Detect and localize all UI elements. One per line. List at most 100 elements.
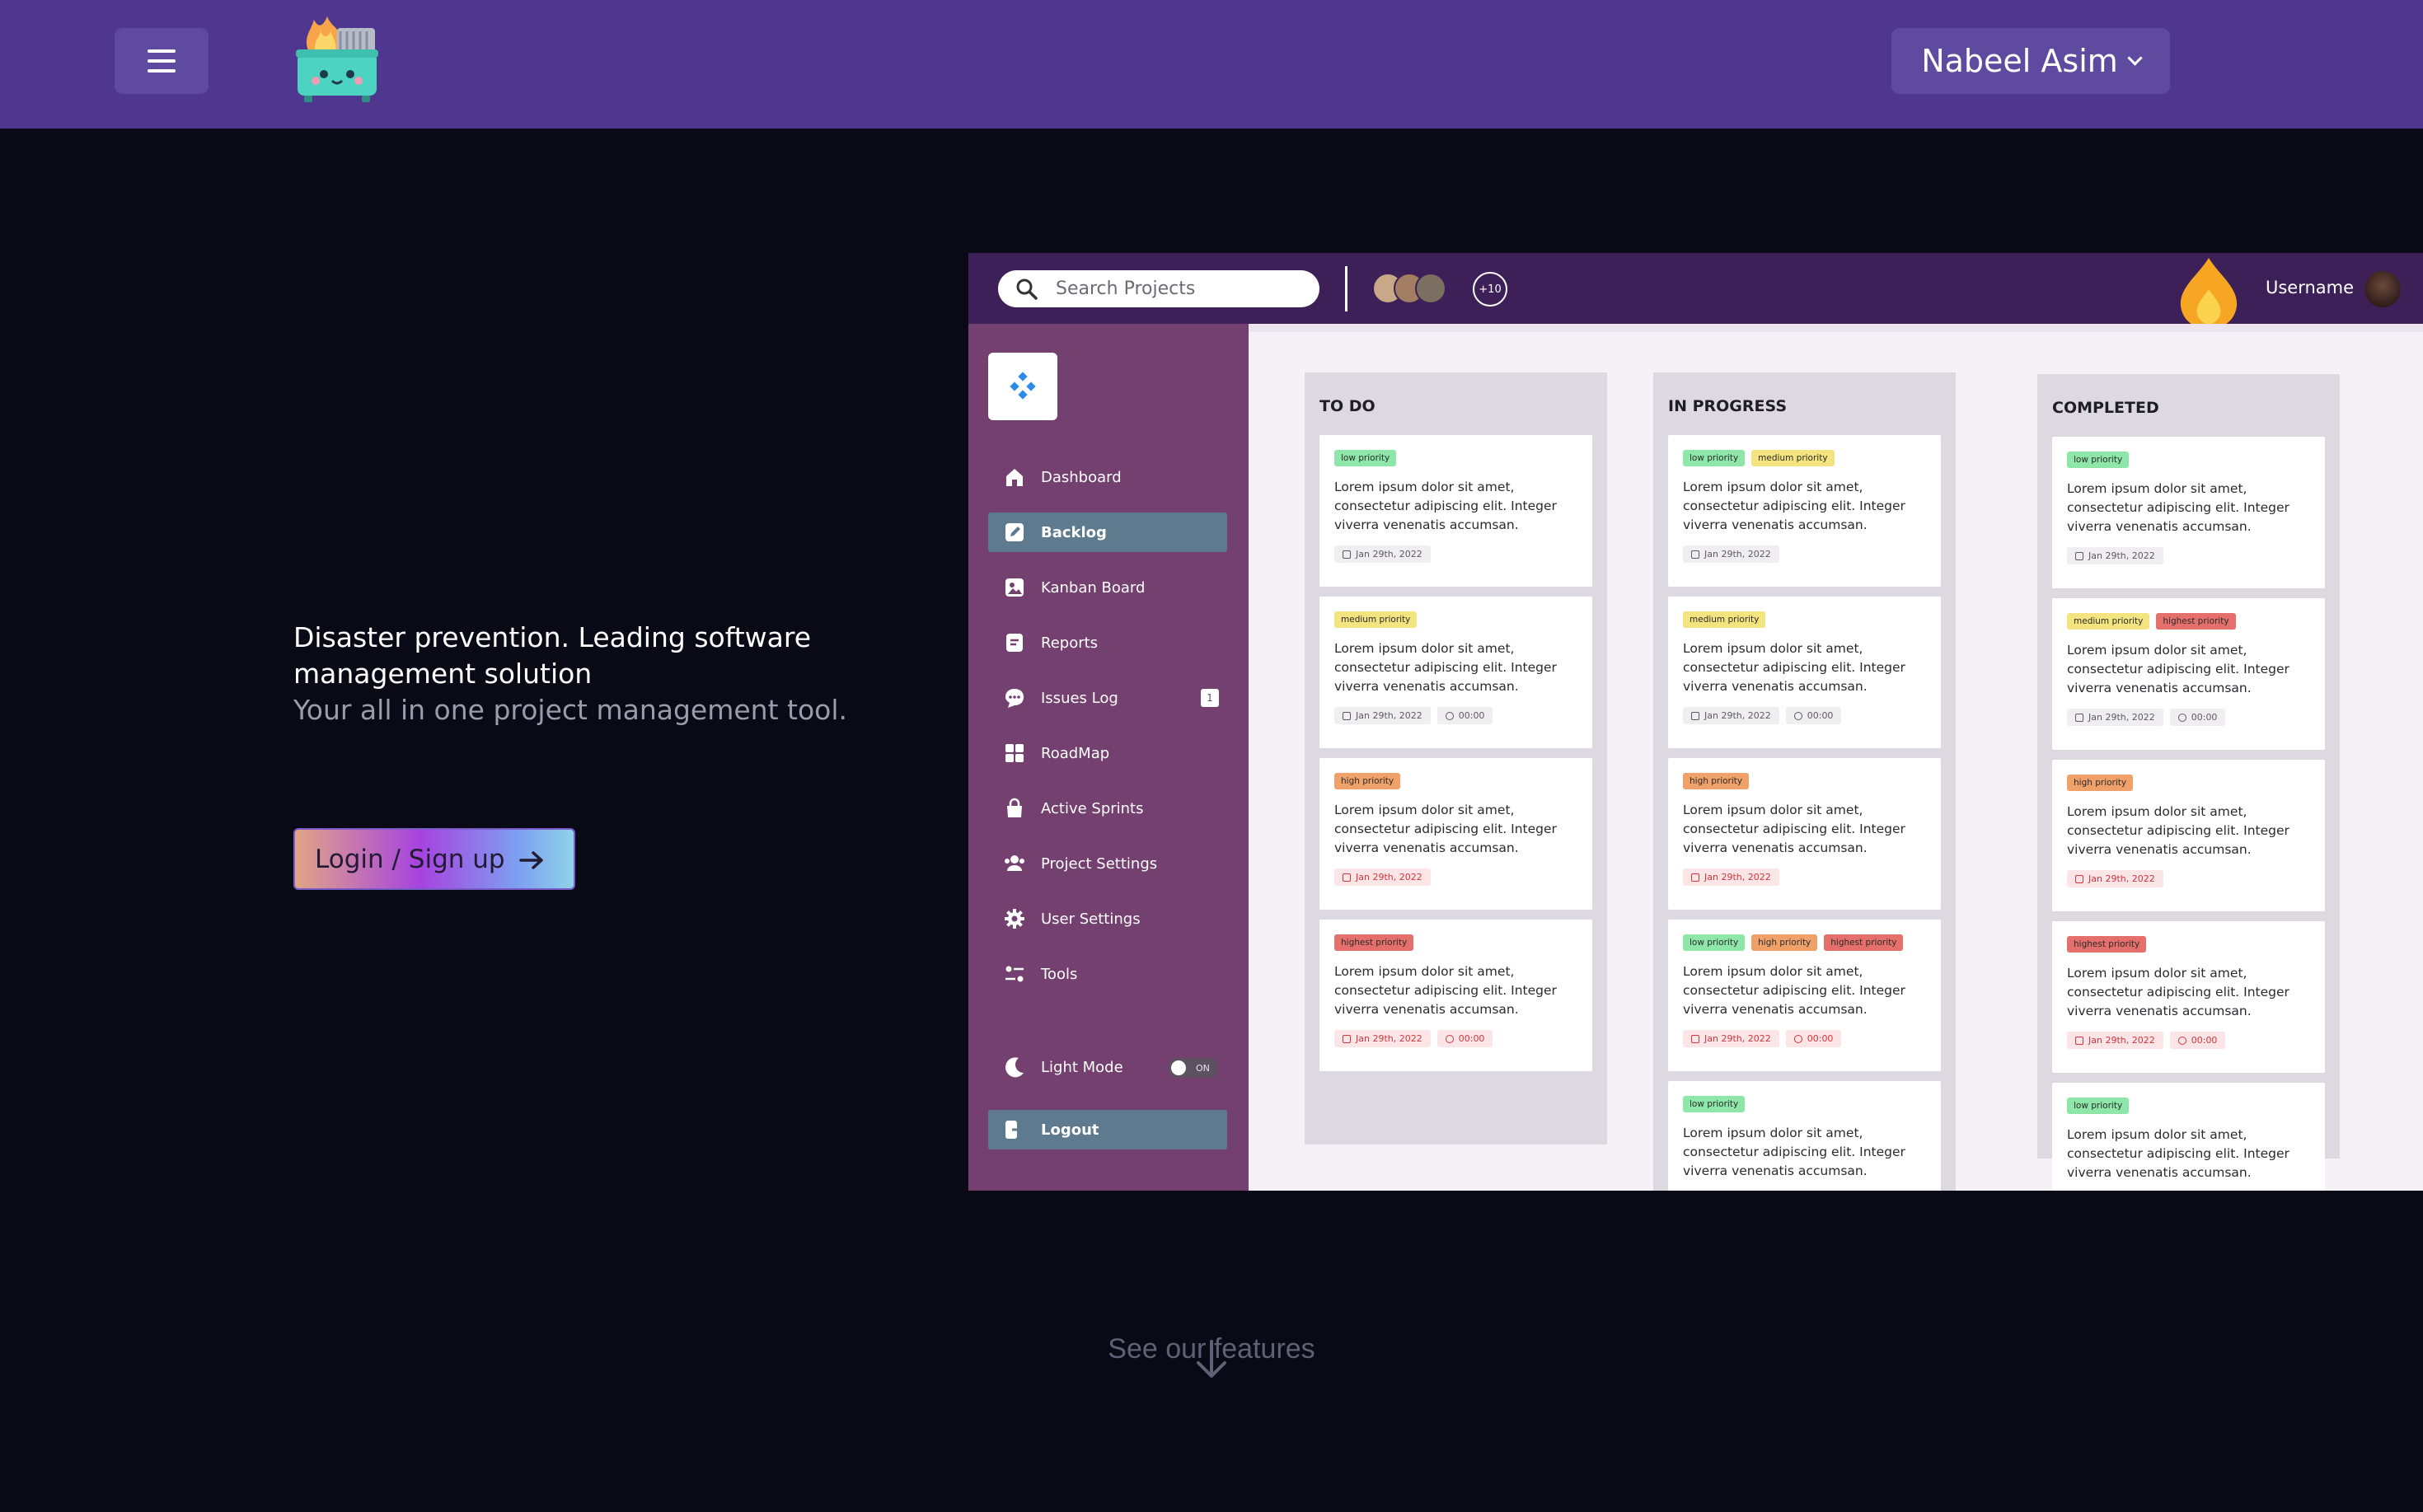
priority-tag: high priority	[1683, 773, 1750, 789]
task-card: high priority Lorem ipsum dolor sit amet,…	[2052, 760, 2325, 911]
due-date-pill: Jan 29th, 2022	[1334, 868, 1431, 886]
priority-tag: highest priority	[1334, 934, 1414, 951]
task-description: Lorem ipsum dolor sit amet, consectetur …	[1683, 803, 1905, 855]
due-time: 00:00	[1807, 710, 1834, 721]
issues-count-badge: 1	[1201, 689, 1219, 707]
due-time: 00:00	[2191, 1035, 2218, 1046]
sidebar-item-label: Dashboard	[1041, 468, 1122, 486]
kanban-column-to-do: TO DO low priority Lorem ipsum dolor sit a…	[1305, 372, 1607, 1145]
chat-bubble-icon	[1003, 686, 1026, 709]
priority-tag: highest priority	[2067, 936, 2147, 953]
task-description: Lorem ipsum dolor sit amet, consectetur …	[1334, 641, 1557, 694]
gear-icon	[1003, 907, 1026, 930]
sidebar-item-label: User Settings	[1041, 910, 1141, 928]
home-icon	[1003, 466, 1026, 489]
due-date: Jan 29th, 2022	[1704, 710, 1771, 721]
task-card: low priority Lorem ipsum dolor sit amet, …	[1319, 435, 1592, 587]
sliders-icon	[1003, 962, 1026, 985]
hero-section: Disaster prevention. Leading software ma…	[293, 620, 854, 728]
task-card: highest priority Lorem ipsum dolor sit am…	[2052, 921, 2325, 1073]
priority-tag: high priority	[2067, 775, 2134, 791]
task-description: Lorem ipsum dolor sit amet, consectetur …	[2067, 481, 2289, 534]
user-menu-button[interactable]: Nabeel Asim	[1891, 28, 2170, 94]
task-description: Lorem ipsum dolor sit amet, consectetur …	[2067, 804, 2289, 857]
priority-tag: highest priority	[1824, 934, 1904, 951]
task-description: Lorem ipsum dolor sit amet, consectetur …	[1683, 641, 1905, 694]
login-signup-label: Login / Sign up	[315, 844, 505, 874]
hamburger-menu-button[interactable]	[115, 28, 209, 94]
priority-tag: highest priority	[2156, 613, 2236, 630]
due-time-pill: 00:00	[2169, 1032, 2226, 1049]
login-signup-button[interactable]: Login / Sign up	[293, 828, 575, 890]
bag-icon	[1003, 797, 1026, 820]
task-description: Lorem ipsum dolor sit amet, consectetur …	[2067, 966, 2289, 1018]
priority-tag: low priority	[1334, 450, 1397, 466]
sidebar-item-issues-log: Issues Log 1	[988, 678, 1227, 718]
task-description: Lorem ipsum dolor sit amet, consectetur …	[1683, 480, 1905, 532]
dumpster-fire-mascot-logo[interactable]	[291, 13, 380, 105]
due-time-pill: 00:00	[2169, 709, 2226, 726]
priority-tag: low priority	[1683, 934, 1746, 951]
task-description: Lorem ipsum dolor sit amet, consectetur …	[2067, 643, 2289, 695]
app-preview-image: Search Projects +10 Username Dashboard Ba…	[968, 253, 2423, 1191]
logout-label: Logout	[1041, 1121, 1099, 1139]
priority-tag: medium priority	[2067, 613, 2150, 630]
due-date: Jan 29th, 2022	[1704, 1033, 1771, 1044]
task-description: Lorem ipsum dolor sit amet, consectetur …	[1334, 803, 1557, 855]
hero-subtitle: Your all in one project management tool.	[293, 694, 848, 726]
user-avatar	[2364, 271, 2401, 307]
priority-tag: medium priority	[1751, 450, 1835, 466]
top-navbar: Nabeel Asim	[0, 0, 2423, 129]
due-date: Jan 29th, 2022	[1356, 710, 1422, 721]
chevron-down-icon	[2127, 49, 2143, 66]
calendar-icon	[1343, 873, 1351, 882]
task-card: high priority Lorem ipsum dolor sit amet,…	[1668, 758, 1941, 910]
calendar-icon	[2075, 1036, 2083, 1045]
sidebar-item-logout: Logout	[988, 1110, 1227, 1149]
see-features-link[interactable]: See our features	[0, 1333, 2423, 1365]
kanban-column-in-progress: IN PROGRESS low priority medium priority Lo…	[1653, 372, 1956, 1191]
due-time: 00:00	[1807, 1033, 1834, 1044]
task-description: Lorem ipsum dolor sit amet, consectetur …	[1334, 480, 1557, 532]
more-members-badge: +10	[1473, 272, 1507, 307]
light-mode-label: Light Mode	[1041, 1058, 1123, 1076]
due-date: Jan 29th, 2022	[2088, 550, 2155, 561]
search-placeholder: Search Projects	[1056, 279, 1196, 299]
due-date-pill: Jan 29th, 2022	[2067, 1032, 2163, 1049]
clock-icon	[2177, 1036, 2186, 1045]
app-logo	[988, 353, 1057, 420]
divider	[1345, 266, 1347, 311]
task-card: medium priority highest priority Lorem ips…	[2052, 598, 2325, 750]
due-time: 00:00	[1458, 1033, 1485, 1044]
due-time: 00:00	[1458, 710, 1485, 721]
due-time-pill: 00:00	[1436, 1030, 1493, 1047]
due-time-pill: 00:00	[1436, 707, 1493, 724]
due-date-pill: Jan 29th, 2022	[1683, 1030, 1779, 1047]
clock-icon	[1793, 711, 1802, 720]
calendar-icon	[1343, 711, 1351, 720]
users-icon	[1003, 852, 1026, 875]
sidebar-item-active-sprints: Active Sprints	[988, 789, 1227, 828]
task-card: low priority Lorem ipsum dolor sit amet, …	[1668, 1081, 1941, 1191]
due-date: Jan 29th, 2022	[2088, 712, 2155, 723]
sidebar-item-roadmap: RoadMap	[988, 733, 1227, 773]
calendar-icon	[1691, 1034, 1699, 1043]
task-card: medium priority Lorem ipsum dolor sit ame…	[1319, 597, 1592, 748]
due-date-pill: Jan 29th, 2022	[1683, 707, 1779, 724]
sidebar-item-label: Tools	[1041, 965, 1078, 983]
due-date-pill: Jan 29th, 2022	[1683, 868, 1779, 886]
sidebar-item-label: Issues Log	[1041, 689, 1118, 707]
avatar	[1415, 273, 1446, 304]
priority-tag: low priority	[2067, 1098, 2130, 1114]
task-card: high priority Lorem ipsum dolor sit amet,…	[1319, 758, 1592, 910]
document-list-icon	[1003, 631, 1026, 654]
priority-tag: low priority	[1683, 450, 1746, 466]
board-header-strip	[1249, 324, 2423, 332]
calendar-icon	[1691, 711, 1699, 720]
task-description: Lorem ipsum dolor sit amet, consectetur …	[1683, 1126, 1905, 1178]
hamburger-menu-icon	[148, 49, 176, 73]
due-date: Jan 29th, 2022	[1704, 549, 1771, 559]
sidebar-item-kanban-board: Kanban Board	[988, 568, 1227, 607]
calendar-icon	[1691, 550, 1699, 559]
due-date: Jan 29th, 2022	[2088, 873, 2155, 884]
